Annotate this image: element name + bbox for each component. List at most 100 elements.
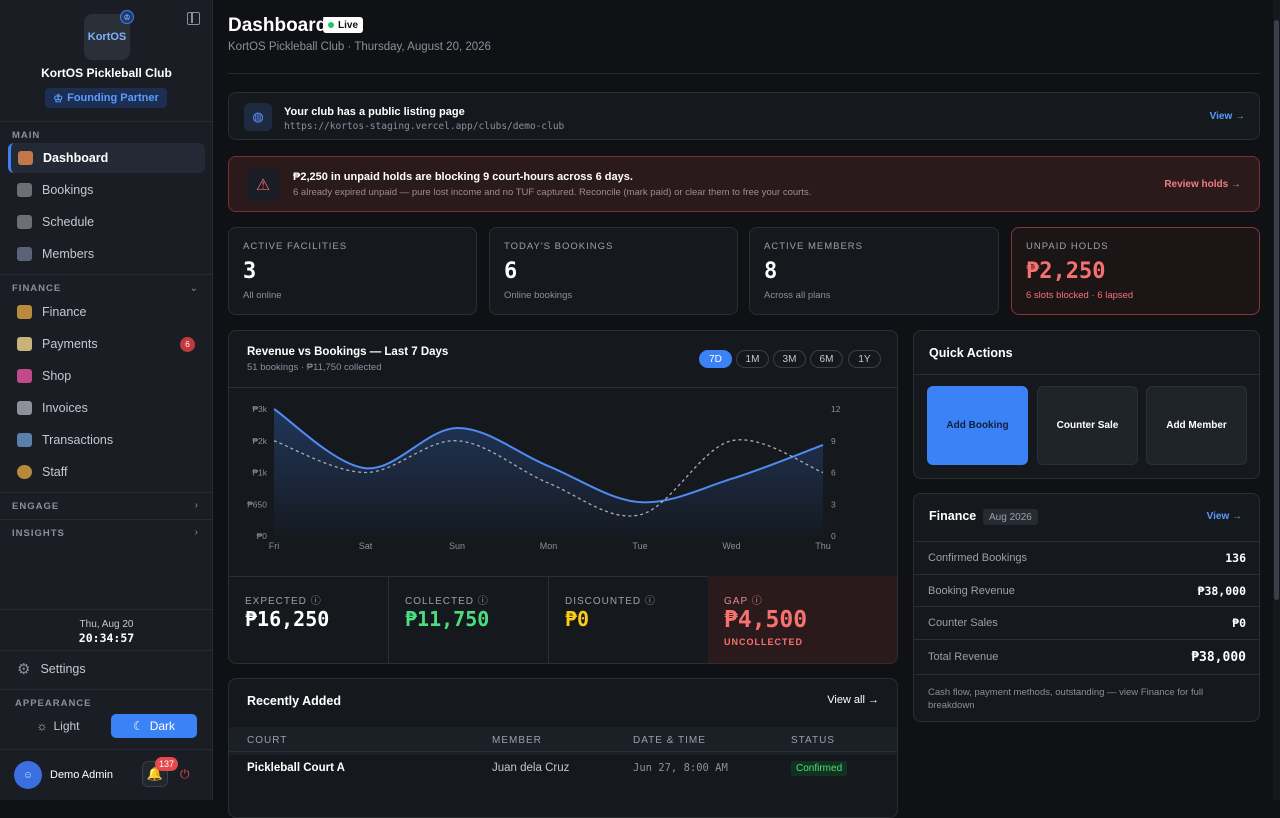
unpaid-holds-alert: ⚠ ₱2,250 in unpaid holds are blocking 9 … [228,156,1260,212]
sidebar-item-dashboard[interactable]: Dashboard [8,143,205,173]
finance-view-link[interactable]: View → [1207,511,1242,522]
column-header[interactable]: MEMBER [492,735,542,746]
theme-light-button[interactable]: ☼ Light [15,714,101,738]
sidebar-item-label: Transactions [42,433,114,447]
crown-icon: ♔ [53,92,64,105]
sidebar: KortOS ♔ KortOS Pickleball Club ♔ Foundin… [0,0,213,800]
sidebar-item-invoices[interactable]: Invoices [8,393,205,423]
table-row[interactable]: Pickleball Court A Juan dela Cruz Jun 27… [229,751,897,785]
page-title: Dashboard [228,15,328,36]
stat-value: 3 [243,259,257,284]
y-left-tick-label: ₱1k [252,468,267,478]
x-tick-label: Tue [632,541,647,551]
column-header[interactable]: STATUS [791,735,835,746]
view-all-link[interactable]: View all → [827,694,879,706]
y-left-tick-label: ₱650 [247,499,267,509]
section-engage[interactable]: ENGAGE [12,501,59,512]
power-icon[interactable]: ⏻ [180,767,190,782]
column-header[interactable]: COURT [247,735,287,746]
public-listing-title: Your club has a public listing page [284,106,465,118]
sidebar-item-transactions[interactable]: Transactions [8,425,205,455]
theme-dark-label: Dark [149,719,176,733]
stat-unpaid-holds[interactable]: UNPAID HOLDS ₱2,250 6 slots blocked · 6 … [1011,227,1260,315]
chevron-right-icon[interactable]: › [195,527,198,538]
info-icon[interactable]: ⓘ [645,596,656,607]
status-badge: Confirmed [791,761,848,776]
sidebar-item-label: Shop [42,369,72,383]
alert-body: 6 already expired unpaid — pure lost inc… [293,187,812,198]
sidebar-item-shop[interactable]: Shop [8,361,205,391]
stat-label: UNPAID HOLDS [1026,241,1109,252]
theme-dark-button[interactable]: ☾ Dark [111,714,197,738]
public-listing-url[interactable]: https://kortos-staging.vercel.app/clubs/… [284,121,564,132]
row-datetime: Jun 27, 8:00 AM [633,762,728,774]
range-6m-button[interactable]: 6M [810,350,843,368]
divider [0,689,213,690]
finance-row-label: Total Revenue [928,651,999,663]
divider [914,674,1260,675]
document-icon [17,401,32,415]
credit-card-icon [17,337,32,351]
x-tick-label: Wed [722,541,740,551]
notification-count: 137 [155,757,179,771]
chevron-down-icon[interactable]: ⌄ [190,283,198,294]
sidebar-item-staff[interactable]: Staff [8,457,205,487]
divider [0,274,213,275]
divider [229,387,897,388]
stat-todays-bookings[interactable]: TODAY'S BOOKINGS 6 Online bookings [489,227,738,315]
add-booking-button[interactable]: Add Booking [927,386,1028,465]
range-1m-button[interactable]: 1M [736,350,769,368]
chevron-right-icon[interactable]: › [195,500,198,511]
divider [0,492,213,493]
range-1y-button[interactable]: 1Y [848,350,881,368]
finance-row-label: Counter Sales [928,617,998,629]
info-icon[interactable]: ⓘ [478,596,489,607]
scrollbar-thumb[interactable] [1274,20,1279,600]
info-icon[interactable]: ⓘ [311,596,322,607]
section-insights[interactable]: INSIGHTS [12,528,65,539]
counter-sale-button[interactable]: Counter Sale [1037,386,1138,465]
logo-text: KortOS [87,31,127,43]
sidebar-item-label: Schedule [42,215,95,229]
finance-title: Finance [929,509,977,523]
sidebar-item-settings[interactable]: ⚙ Settings [8,654,205,684]
column-header[interactable]: DATE & TIME [633,735,706,746]
finance-card: Finance Aug 2026 View → Confirmed Bookin… [913,493,1260,722]
y-right-tick-label: 12 [831,404,841,414]
stat-sub: Across all plans [764,290,831,301]
range-3m-button[interactable]: 3M [773,350,806,368]
y-left-tick-label: ₱2k [252,436,267,446]
sidebar-item-schedule[interactable]: Schedule [8,207,205,237]
finance-row: Counter Sales ₱0 [914,606,1260,639]
view-listing-link[interactable]: View → [1210,111,1245,122]
page-subtitle: KortOS Pickleball Club · Thursday, Augus… [228,41,491,53]
y-right-tick-label: 6 [831,468,836,478]
review-holds-link[interactable]: Review holds → [1164,179,1241,190]
finance-row: Confirmed Bookings 136 [914,541,1260,574]
exchange-icon [17,433,32,447]
stat-sub: 6 slots blocked · 6 lapsed [1026,290,1134,301]
theme-toggle: ☼ Light ☾ Dark [15,714,197,738]
range-7d-button[interactable]: 7D [699,350,732,368]
sidebar-item-bookings[interactable]: Bookings [8,175,205,205]
stat-active-members[interactable]: ACTIVE MEMBERS 8 Across all plans [749,227,999,315]
sidebar-item-finance[interactable]: Finance [8,297,205,327]
clock-time: 20:34:57 [78,631,135,645]
kpi-sub: UNCOLLECTED [724,637,803,647]
sidebar-item-payments[interactable]: Payments 6 [8,329,205,359]
club-name: KortOS Pickleball Club [41,66,172,80]
kpi-expected: EXPECTED ⓘ ₱16,250 [229,576,389,663]
kpi-label: COLLECTED [405,596,475,607]
avatar[interactable]: ☺ [14,761,42,789]
sidebar-item-label: Dashboard [43,151,109,165]
stat-active-facilities[interactable]: ACTIVE FACILITIES 3 All online [228,227,477,315]
sidebar-item-label: Staff [42,465,68,479]
scrollbar[interactable] [1273,0,1280,800]
info-icon[interactable]: ⓘ [752,596,763,607]
sidebar-item-members[interactable]: Members [8,239,205,269]
collapse-sidebar-icon[interactable] [187,12,200,25]
x-tick-label: Thu [815,541,831,551]
divider [228,73,1260,74]
add-member-button[interactable]: Add Member [1146,386,1247,465]
globe-icon: ◍ [244,103,272,131]
